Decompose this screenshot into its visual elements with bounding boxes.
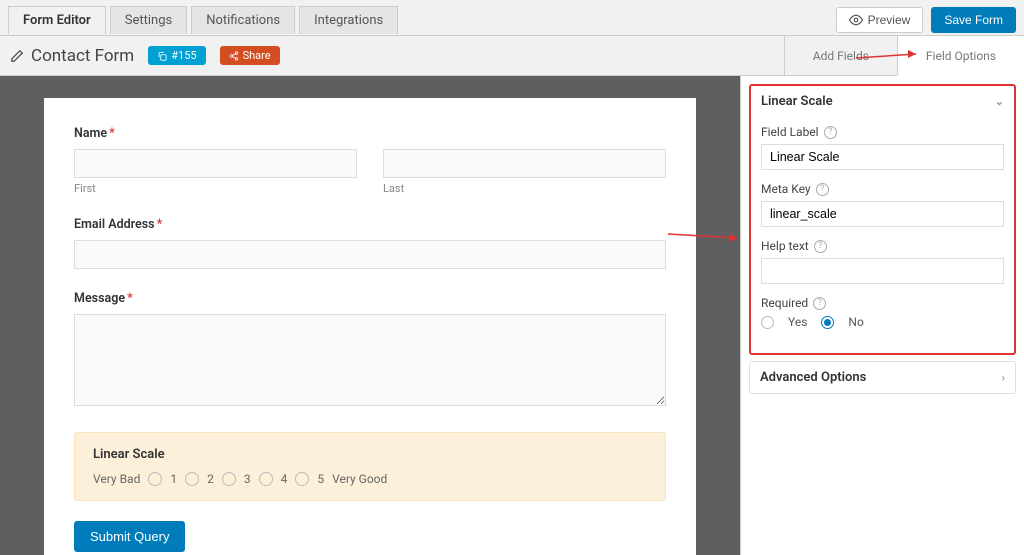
preview-button[interactable]: Preview: [836, 7, 924, 33]
form-sheet: Name* First Last Email Address*: [44, 98, 696, 555]
name-label: Name*: [74, 126, 666, 141]
copy-icon: [157, 51, 167, 61]
help-icon[interactable]: ?: [824, 126, 837, 139]
meta-key-input[interactable]: [761, 201, 1004, 227]
form-canvas: Name* First Last Email Address*: [0, 76, 740, 555]
top-actions: Preview Save Form: [836, 7, 1016, 33]
field-options-sidebar: Linear Scale ⌄ Field Label ? Meta Key ?: [740, 76, 1024, 555]
ls-option-2[interactable]: [185, 472, 199, 486]
required-no-radio[interactable]: [821, 316, 834, 329]
linear-scale-title: Linear Scale: [93, 447, 647, 462]
help-icon[interactable]: ?: [814, 240, 827, 253]
message-label: Message*: [74, 291, 666, 306]
share-badge-label: Share: [243, 49, 271, 62]
email-input[interactable]: [74, 240, 666, 269]
panel-advanced-options: Advanced Options ›: [749, 361, 1016, 394]
required-yes-radio[interactable]: [761, 316, 774, 329]
tabs: Form Editor Settings Notifications Integ…: [8, 6, 398, 34]
help-text-input[interactable]: [761, 258, 1004, 284]
pencil-icon: [10, 49, 24, 63]
top-bar: Form Editor Settings Notifications Integ…: [0, 0, 1024, 36]
ls-option-1[interactable]: [148, 472, 162, 486]
id-badge-label: #155: [171, 49, 196, 62]
field-linear-scale[interactable]: Linear Scale Very Bad 1 2 3 4 5 Very Goo…: [74, 432, 666, 501]
message-textarea[interactable]: [74, 314, 666, 406]
meta-key-lbl: Meta Key: [761, 182, 811, 196]
form-title: Contact Form: [10, 46, 134, 66]
ls-option-3[interactable]: [222, 472, 236, 486]
ls-option-5[interactable]: [295, 472, 309, 486]
tab-notifications[interactable]: Notifications: [191, 6, 295, 34]
required-yes-label: Yes: [788, 315, 807, 329]
title-bar: Contact Form #155 Share Add Fields Field…: [0, 36, 1024, 76]
required-lbl: Required: [761, 296, 808, 310]
help-icon[interactable]: ?: [816, 183, 829, 196]
eye-icon: [849, 13, 863, 27]
required-no-label: No: [848, 315, 863, 329]
tab-integrations[interactable]: Integrations: [299, 6, 398, 34]
side-tabs: Add Fields Field Options: [784, 36, 1024, 75]
panel-linear-scale-title: Linear Scale: [761, 94, 833, 109]
tab-form-editor[interactable]: Form Editor: [8, 6, 106, 35]
chevron-down-icon: ⌄: [995, 95, 1004, 108]
id-badge[interactable]: #155: [148, 46, 205, 65]
field-email: Email Address*: [74, 217, 666, 269]
panel-advanced-head[interactable]: Advanced Options ›: [750, 362, 1015, 393]
field-label-lbl: Field Label: [761, 125, 819, 139]
chevron-right-icon: ›: [1002, 371, 1005, 384]
form-title-text: Contact Form: [31, 46, 134, 66]
field-name: Name* First Last: [74, 126, 666, 195]
first-name-input[interactable]: [74, 149, 357, 178]
tab-add-fields[interactable]: Add Fields: [784, 36, 897, 75]
submit-button[interactable]: Submit Query: [74, 521, 185, 552]
share-icon: [229, 51, 239, 61]
advanced-options-title: Advanced Options: [760, 370, 866, 385]
last-sublabel: Last: [383, 182, 666, 195]
save-button[interactable]: Save Form: [931, 7, 1016, 33]
ls-right-label: Very Good: [332, 472, 387, 486]
tab-settings[interactable]: Settings: [110, 6, 187, 34]
preview-label: Preview: [868, 13, 911, 27]
help-text-lbl: Help text: [761, 239, 809, 253]
field-message: Message*: [74, 291, 666, 410]
last-name-input[interactable]: [383, 149, 666, 178]
first-sublabel: First: [74, 182, 357, 195]
ls-option-4[interactable]: [259, 472, 273, 486]
tab-field-options[interactable]: Field Options: [897, 36, 1024, 76]
panel-linear-scale: Linear Scale ⌄ Field Label ? Meta Key ?: [749, 84, 1016, 355]
field-label-input[interactable]: [761, 144, 1004, 170]
share-badge[interactable]: Share: [220, 46, 280, 65]
panel-linear-scale-head[interactable]: Linear Scale ⌄: [751, 86, 1014, 117]
help-icon[interactable]: ?: [813, 297, 826, 310]
ls-left-label: Very Bad: [93, 472, 140, 486]
email-label: Email Address*: [74, 217, 666, 232]
